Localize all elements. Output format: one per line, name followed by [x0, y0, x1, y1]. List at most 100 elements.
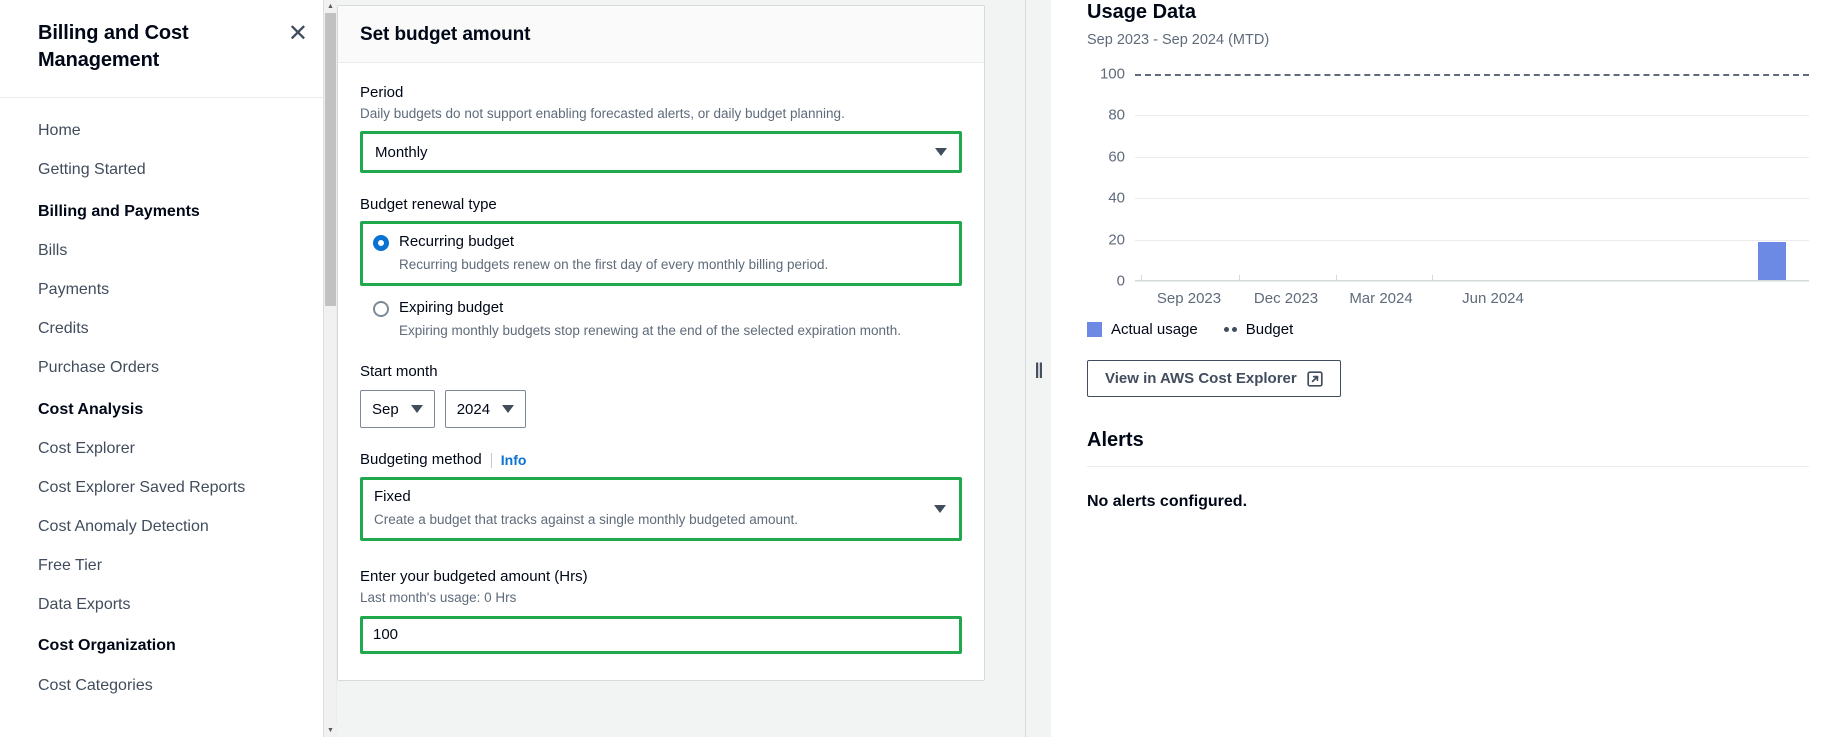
legend-label-actual-usage: Actual usage: [1111, 321, 1198, 338]
budgeting-method-value: Fixed: [374, 488, 411, 506]
scroll-up-arrow-icon[interactable]: ▲: [324, 0, 337, 13]
bar-sep-2024[interactable]: [1758, 241, 1787, 281]
sidebar-header: Billing and Cost Management ✕: [0, 0, 336, 98]
period-label: Period: [360, 84, 404, 101]
sidebar-item-payments[interactable]: Payments: [0, 271, 336, 310]
usage-chart: 100 80 60 40 20 0 Sep 2023 Dec 2023 Mar …: [1087, 66, 1809, 309]
period-select-highlight: Monthly: [360, 131, 962, 174]
recurring-budget-highlight: Recurring budget Recurring budgets renew…: [360, 221, 962, 287]
y-tick-60: 60: [1108, 148, 1125, 166]
period-description: Daily budgets do not support enabling fo…: [360, 106, 845, 122]
x-tick-mark: [1432, 275, 1433, 281]
radio-option-recurring-budget[interactable]: Recurring budget Recurring budgets renew…: [373, 232, 949, 274]
budgeted-amount-field: Enter your budgeted amount (Hrs) Last mo…: [360, 567, 962, 654]
budgeting-method-field: Budgeting method Info Fixed Create a bud…: [360, 450, 962, 541]
page-root: Billing and Cost Management ✕ Home Getti…: [0, 0, 1845, 737]
sidebar-item-data-exports[interactable]: Data Exports: [0, 586, 336, 625]
expiring-budget-description: Expiring monthly budgets stop renewing a…: [399, 322, 902, 338]
sidebar-heading-cost-analysis: Cost Analysis: [38, 400, 144, 418]
right-panel: Usage Data Sep 2023 - Sep 2024 (MTD) 100…: [1051, 0, 1845, 737]
start-month-year-select[interactable]: 2024: [444, 390, 527, 429]
start-month-field: Start month Sep 2024: [360, 362, 962, 429]
scroll-down-arrow-icon[interactable]: ▼: [324, 724, 337, 737]
sidebar-item-cost-anomaly-detection[interactable]: Cost Anomaly Detection: [0, 508, 336, 547]
alerts-title: Alerts: [1087, 429, 1144, 451]
x-tick-mark: [1336, 275, 1337, 281]
sidebar-item-bills[interactable]: Bills: [0, 232, 336, 271]
panel-splitter[interactable]: ||: [1025, 0, 1051, 737]
budgeting-method-info-link[interactable]: Info: [501, 451, 527, 470]
x-tick-mark: [1239, 275, 1240, 281]
radio-expiring-budget[interactable]: [373, 301, 389, 318]
view-in-cost-explorer-button[interactable]: View in AWS Cost Explorer: [1087, 360, 1341, 397]
start-month-month-value: Sep: [372, 400, 399, 418]
card-header: Set budget amount: [338, 6, 984, 63]
x-tick-label-mar-2024: Mar 2024: [1349, 290, 1413, 307]
radio-recurring-budget[interactable]: [373, 235, 389, 252]
sidebar-item-cost-categories[interactable]: Cost Categories: [0, 667, 336, 706]
budgeted-amount-label: Enter your budgeted amount (Hrs): [360, 567, 588, 585]
budgeted-amount-input[interactable]: [373, 626, 949, 644]
x-tick-label-sep-2023: Sep 2023: [1156, 290, 1222, 307]
y-tick-100: 100: [1099, 65, 1125, 83]
chart-plot-area: 100 80 60 40 20 0: [1100, 66, 1809, 290]
divider: [1087, 466, 1809, 467]
sidebar-title: Billing and Cost Management: [38, 22, 189, 71]
alerts-empty-message: No alerts configured.: [1087, 493, 1248, 510]
usage-data-title: Usage Data: [1087, 1, 1196, 23]
period-field: Period Daily budgets do not support enab…: [360, 83, 962, 174]
budgeted-amount-description: Last month's usage: 0 Hrs: [360, 590, 517, 606]
budgeted-amount-input-highlight: [360, 615, 962, 654]
gridline-20: [1135, 239, 1809, 241]
gridline-80: [1135, 115, 1809, 117]
sidebar-item-credits[interactable]: Credits: [0, 310, 336, 349]
view-in-cost-explorer-label: View in AWS Cost Explorer: [1105, 370, 1297, 387]
recurring-budget-description: Recurring budgets renew on the first day…: [399, 256, 829, 272]
start-month-controls: Sep 2024: [360, 390, 962, 429]
close-icon[interactable]: ✕: [284, 20, 312, 48]
page-title: Set budget amount: [360, 24, 531, 45]
period-select[interactable]: Monthly: [363, 134, 959, 171]
budget-renewal-type-label: Budget renewal type: [360, 196, 497, 214]
sidebar-item-free-tier[interactable]: Free Tier: [0, 547, 336, 586]
legend-swatch-icon: [1087, 322, 1102, 337]
chevron-down-icon: [410, 405, 423, 414]
sidebar-item-cost-explorer[interactable]: Cost Explorer: [0, 430, 336, 469]
sidebar-item-home[interactable]: Home: [0, 112, 336, 151]
y-tick-0: 0: [1116, 272, 1125, 290]
chevron-down-icon: [934, 505, 946, 514]
x-tick-label-dec-2023: Dec 2023: [1253, 290, 1319, 307]
expiring-budget-wrapper: Expiring budget Expiring monthly budgets…: [360, 295, 962, 340]
expiring-budget-label: Expiring budget: [399, 299, 504, 317]
scrollbar-thumb[interactable]: [325, 13, 336, 306]
dashed-line-icon: [1223, 327, 1237, 332]
y-tick-20: 20: [1108, 231, 1125, 249]
budget-reference-line: [1135, 74, 1809, 76]
sidebar-heading-cost-organization: Cost Organization: [38, 637, 176, 655]
main-content: Set budget amount Period Daily budgets d…: [337, 0, 1845, 737]
form-column: Set budget amount Period Daily budgets d…: [337, 0, 1025, 737]
y-tick-40: 40: [1108, 189, 1125, 207]
legend-label-budget: Budget: [1245, 321, 1294, 338]
budgeting-method-select-highlight[interactable]: Fixed Create a budget that tracks agains…: [360, 477, 962, 541]
legend-item-actual-usage[interactable]: Actual usage: [1087, 321, 1198, 338]
card-body: Period Daily budgets do not support enab…: [338, 63, 984, 680]
chart-legend: Actual usage Budget: [1087, 321, 1809, 338]
budgeting-method-label-row: Budgeting method Info: [360, 450, 962, 470]
drag-handle-icon[interactable]: ||: [1035, 360, 1043, 377]
radio-option-expiring-budget[interactable]: Expiring budget Expiring monthly budgets…: [373, 298, 949, 340]
start-month-month-select[interactable]: Sep: [360, 390, 435, 429]
sidebar-scrollbar[interactable]: ▲ ▼: [323, 0, 337, 737]
budgeting-method-label: Budgeting method: [360, 451, 482, 469]
external-link-icon: [1307, 370, 1323, 387]
sidebar-item-cost-explorer-saved-reports[interactable]: Cost Explorer Saved Reports: [0, 469, 336, 508]
sidebar-item-purchase-orders[interactable]: Purchase Orders: [0, 349, 336, 388]
chevron-down-icon: [935, 148, 947, 157]
sidebar-item-getting-started[interactable]: Getting Started: [0, 151, 336, 190]
sidebar-heading-billing-and-payments: Billing and Payments: [38, 202, 200, 220]
legend-item-budget[interactable]: Budget: [1223, 321, 1294, 338]
